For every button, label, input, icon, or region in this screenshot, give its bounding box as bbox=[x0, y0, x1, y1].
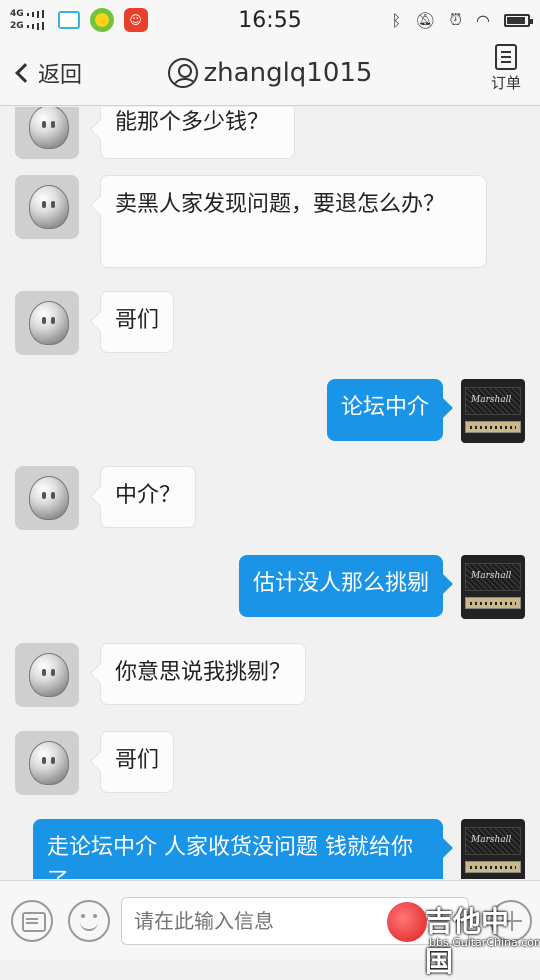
my-avatar[interactable]: Marshall bbox=[461, 819, 525, 879]
message-incoming: 哥们 bbox=[15, 291, 175, 355]
contact-avatar[interactable] bbox=[15, 175, 79, 239]
message-bubble[interactable]: 论坛中介 bbox=[326, 379, 443, 441]
message-outgoing: 估计没人那么挑剔 Marshall bbox=[238, 555, 525, 619]
message-bubble[interactable]: 卖黑人家发现问题，要退怎么办？ bbox=[100, 175, 487, 268]
status-bar: 4G 2G ☺ 16:55 ᛒ 🔕︎ ⏰︎ ◠ bbox=[0, 0, 540, 40]
battery-fill bbox=[507, 16, 525, 24]
contact-avatar[interactable] bbox=[15, 107, 79, 159]
chat-header: 返回 zhanglq1015 订单 bbox=[0, 40, 540, 106]
alarm-icon: ⏰︎ bbox=[449, 10, 463, 29]
contact-name: zhanglq1015 bbox=[203, 57, 373, 88]
bluetooth-icon: ᛒ bbox=[391, 10, 402, 30]
contact-avatar[interactable] bbox=[15, 466, 79, 530]
message-bubble[interactable]: 哥们 bbox=[100, 291, 175, 353]
more-options-button[interactable] bbox=[490, 900, 532, 942]
message-bubble[interactable]: 中介？ bbox=[100, 466, 197, 528]
message-incoming: 你意思说我挑剔？ bbox=[15, 643, 307, 707]
message-incoming: 哥们 bbox=[15, 731, 175, 795]
message-list[interactable]: 能那个多少钱？ 卖黑人家发现问题，要退怎么办？ 哥们 论坛中介 Marshall… bbox=[0, 107, 540, 879]
my-avatar[interactable]: Marshall bbox=[461, 379, 525, 443]
contact-avatar[interactable] bbox=[15, 291, 79, 355]
battery-icon bbox=[504, 13, 533, 27]
wifi-icon: ◠ bbox=[476, 10, 490, 30]
my-avatar[interactable]: Marshall bbox=[461, 555, 525, 619]
message-incoming: 能那个多少钱？ bbox=[15, 107, 295, 159]
message-input[interactable] bbox=[121, 897, 469, 945]
user-icon bbox=[167, 57, 198, 88]
emoji-button[interactable] bbox=[68, 900, 110, 942]
orders-button[interactable]: 订单 bbox=[486, 44, 526, 93]
contact-avatar[interactable] bbox=[15, 731, 79, 795]
order-list-icon bbox=[495, 44, 517, 70]
message-bubble[interactable]: 走论坛中介 人家收货没问题 钱就给你了 bbox=[33, 819, 443, 879]
input-bar bbox=[0, 880, 540, 960]
orders-label: 订单 bbox=[490, 74, 521, 92]
contact-avatar[interactable] bbox=[15, 643, 79, 707]
message-outgoing: 论坛中介 Marshall bbox=[326, 379, 525, 443]
message-bubble[interactable]: 能那个多少钱？ bbox=[100, 107, 295, 159]
message-bubble[interactable]: 你意思说我挑剔？ bbox=[100, 643, 307, 705]
message-incoming: 中介？ bbox=[15, 466, 197, 530]
mute-icon: 🔕︎ bbox=[415, 10, 436, 30]
system-icons: ᛒ 🔕︎ ⏰︎ ◠ bbox=[391, 0, 533, 40]
message-bubble[interactable]: 估计没人那么挑剔 bbox=[238, 555, 443, 617]
chat-title: zhanglq1015 bbox=[0, 40, 540, 106]
message-outgoing: 走论坛中介 人家收货没问题 钱就给你了 Marshall bbox=[33, 819, 525, 879]
message-incoming: 卖黑人家发现问题，要退怎么办？ bbox=[15, 175, 487, 268]
message-bubble[interactable]: 哥们 bbox=[100, 731, 175, 793]
keyboard-toggle-button[interactable] bbox=[11, 900, 53, 942]
